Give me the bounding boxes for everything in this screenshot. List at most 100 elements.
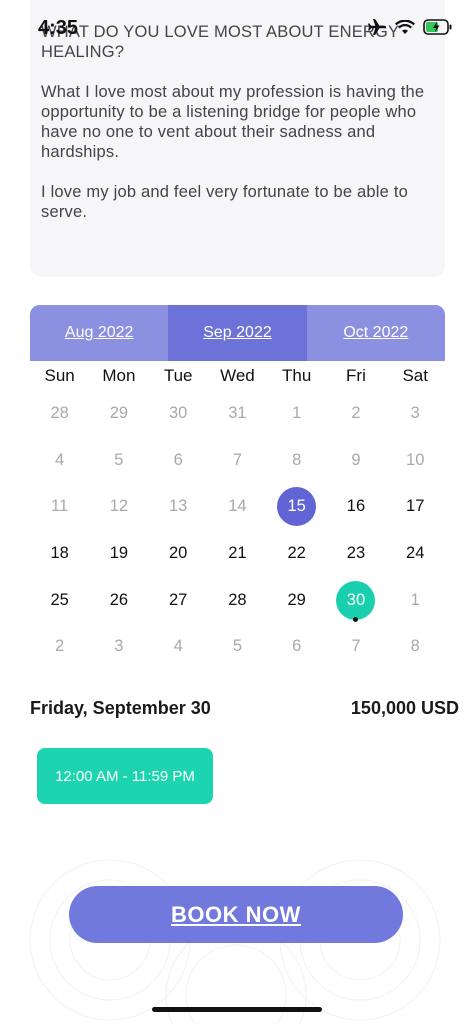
airplane-icon (367, 18, 387, 36)
calendar-day-number: 27 (168, 590, 188, 609)
calendar-day[interactable]: 4 (149, 623, 208, 670)
event-dot-icon (353, 617, 359, 623)
calendar-day[interactable]: 27 (149, 577, 208, 624)
status-bar: 4:35 (0, 0, 473, 52)
calendar-day[interactable]: 31 (208, 390, 267, 437)
weekday-label: Thu (282, 366, 312, 385)
calendar-day[interactable]: 18 (30, 530, 89, 577)
calendar-day[interactable]: 5 (208, 623, 267, 670)
calendar-day-number: 19 (109, 543, 129, 562)
calendar-week-row: 18 19 20 21 22 23 24 (30, 530, 445, 577)
calendar-day[interactable]: 1 (267, 390, 326, 437)
calendar-day-number: 6 (292, 637, 302, 656)
calendar-day[interactable]: 9 (326, 437, 385, 484)
calendar-day-number: 15 (277, 487, 317, 527)
calendar-day-today[interactable]: 15 (267, 483, 326, 530)
calendar-day[interactable]: 7 (208, 437, 267, 484)
calendar-day[interactable]: 29 (89, 390, 148, 437)
weekday-label: Sun (44, 366, 75, 385)
bio-paragraph: What I love most about my profession is … (41, 83, 425, 161)
calendar-day-number: 10 (406, 450, 425, 469)
calendar-day[interactable]: 5 (89, 437, 148, 484)
calendar-day-number: 7 (351, 637, 361, 656)
calendar-week-row: 28 29 30 31 1 2 3 (30, 390, 445, 437)
tab-prev-month[interactable]: Aug 2022 (30, 305, 169, 361)
calendar-day-number: 18 (50, 543, 69, 562)
status-time: 4:35 (38, 17, 79, 39)
price-label: 150,000 USD (350, 698, 459, 718)
weekday-label: Fri (346, 366, 366, 385)
calendar-day[interactable]: 28 (208, 577, 267, 624)
calendar-day-number: 9 (351, 450, 361, 469)
bio-paragraph: I love my job and feel very fortunate to… (41, 183, 408, 221)
calendar-day[interactable]: 7 (326, 623, 385, 670)
calendar-day[interactable]: 8 (267, 437, 326, 484)
calendar-day[interactable]: 11 (30, 483, 89, 530)
calendar-day[interactable]: 16 (326, 483, 385, 530)
calendar-day[interactable]: 24 (386, 530, 445, 577)
calendar-week-row: 25 26 27 28 29 30 1 (30, 577, 445, 624)
calendar-day-number: 29 (109, 403, 129, 422)
calendar-week-row: 11 12 13 14 15 16 17 (30, 483, 445, 530)
calendar-day-number: 8 (410, 637, 420, 656)
status-icons (367, 18, 453, 36)
calendar-day-number: 4 (173, 637, 183, 656)
calendar-day-number: 17 (406, 497, 425, 516)
calendar-day-number: 1 (292, 403, 302, 422)
calendar-day-number: 5 (232, 637, 243, 656)
calendar-day-number: 8 (292, 450, 302, 469)
calendar-day[interactable]: 29 (267, 577, 326, 624)
weekday-header: Sun Mon Tue Wed Thu Fri Sat (30, 366, 445, 386)
wifi-icon (395, 19, 415, 35)
calendar-day[interactable]: 12 (89, 483, 148, 530)
calendar-week-row: 4 5 6 7 8 9 10 (30, 437, 445, 484)
calendar-day[interactable]: 21 (208, 530, 267, 577)
calendar-day-number: 3 (410, 403, 420, 422)
calendar-day[interactable]: 26 (89, 577, 148, 624)
weekday-label: Sat (402, 366, 428, 385)
calendar-day-number: 14 (228, 497, 247, 516)
calendar-day-number: 1 (410, 590, 420, 609)
calendar-day-number: 29 (287, 590, 306, 609)
calendar-day[interactable]: 2 (326, 390, 385, 437)
calendar-day[interactable]: 19 (89, 530, 148, 577)
battery-charging-icon (423, 19, 453, 35)
calendar-day-number: 3 (114, 637, 124, 656)
calendar-day[interactable]: 8 (386, 623, 445, 670)
calendar-week-row: 2 3 4 5 6 7 8 (30, 623, 445, 670)
calendar-day[interactable]: 23 (326, 530, 385, 577)
calendar-day[interactable]: 6 (149, 437, 208, 484)
calendar-grid: 28 29 30 31 1 2 3 4 5 6 7 8 9 10 11 12 13 14 15 16 17 18 19 20 2… (30, 390, 445, 670)
tab-next-month[interactable]: Oct 2022 (306, 305, 445, 361)
calendar-day[interactable]: 1 (386, 577, 445, 624)
calendar-day[interactable]: 6 (267, 623, 326, 670)
calendar-day-selected[interactable]: 30 (326, 577, 385, 624)
weekday-label: Wed (220, 366, 255, 385)
calendar-day[interactable]: 2 (30, 623, 89, 670)
time-slot-button[interactable]: 12:00 AM - 11:59 PM (37, 748, 213, 804)
calendar-day-number: 31 (228, 403, 247, 422)
calendar-day-number: 28 (50, 403, 69, 422)
calendar-day-number: 16 (346, 497, 366, 516)
calendar-day-number: 23 (346, 543, 366, 562)
book-now-button[interactable]: BOOK NOW (69, 886, 403, 943)
calendar-day[interactable]: 3 (89, 623, 148, 670)
calendar-day[interactable]: 22 (267, 530, 326, 577)
home-indicator (152, 1007, 322, 1012)
calendar-day[interactable]: 17 (386, 483, 445, 530)
calendar-day[interactable]: 30 (149, 390, 208, 437)
calendar-day-number: 20 (168, 543, 188, 562)
calendar-day-number: 5 (114, 450, 124, 469)
calendar-day[interactable]: 3 (386, 390, 445, 437)
calendar-day[interactable]: 20 (149, 530, 208, 577)
calendar-day[interactable]: 25 (30, 577, 89, 624)
calendar-day-number: 12 (109, 497, 129, 516)
calendar-day-number: 6 (173, 450, 183, 469)
calendar-day[interactable]: 4 (30, 437, 89, 484)
calendar-day[interactable]: 14 (208, 483, 267, 530)
calendar-day[interactable]: 13 (149, 483, 208, 530)
calendar-day[interactable]: 10 (386, 437, 445, 484)
calendar-day-number: 22 (287, 543, 306, 562)
calendar-day[interactable]: 28 (30, 390, 89, 437)
tab-current-month[interactable]: Sep 2022 (168, 305, 307, 361)
